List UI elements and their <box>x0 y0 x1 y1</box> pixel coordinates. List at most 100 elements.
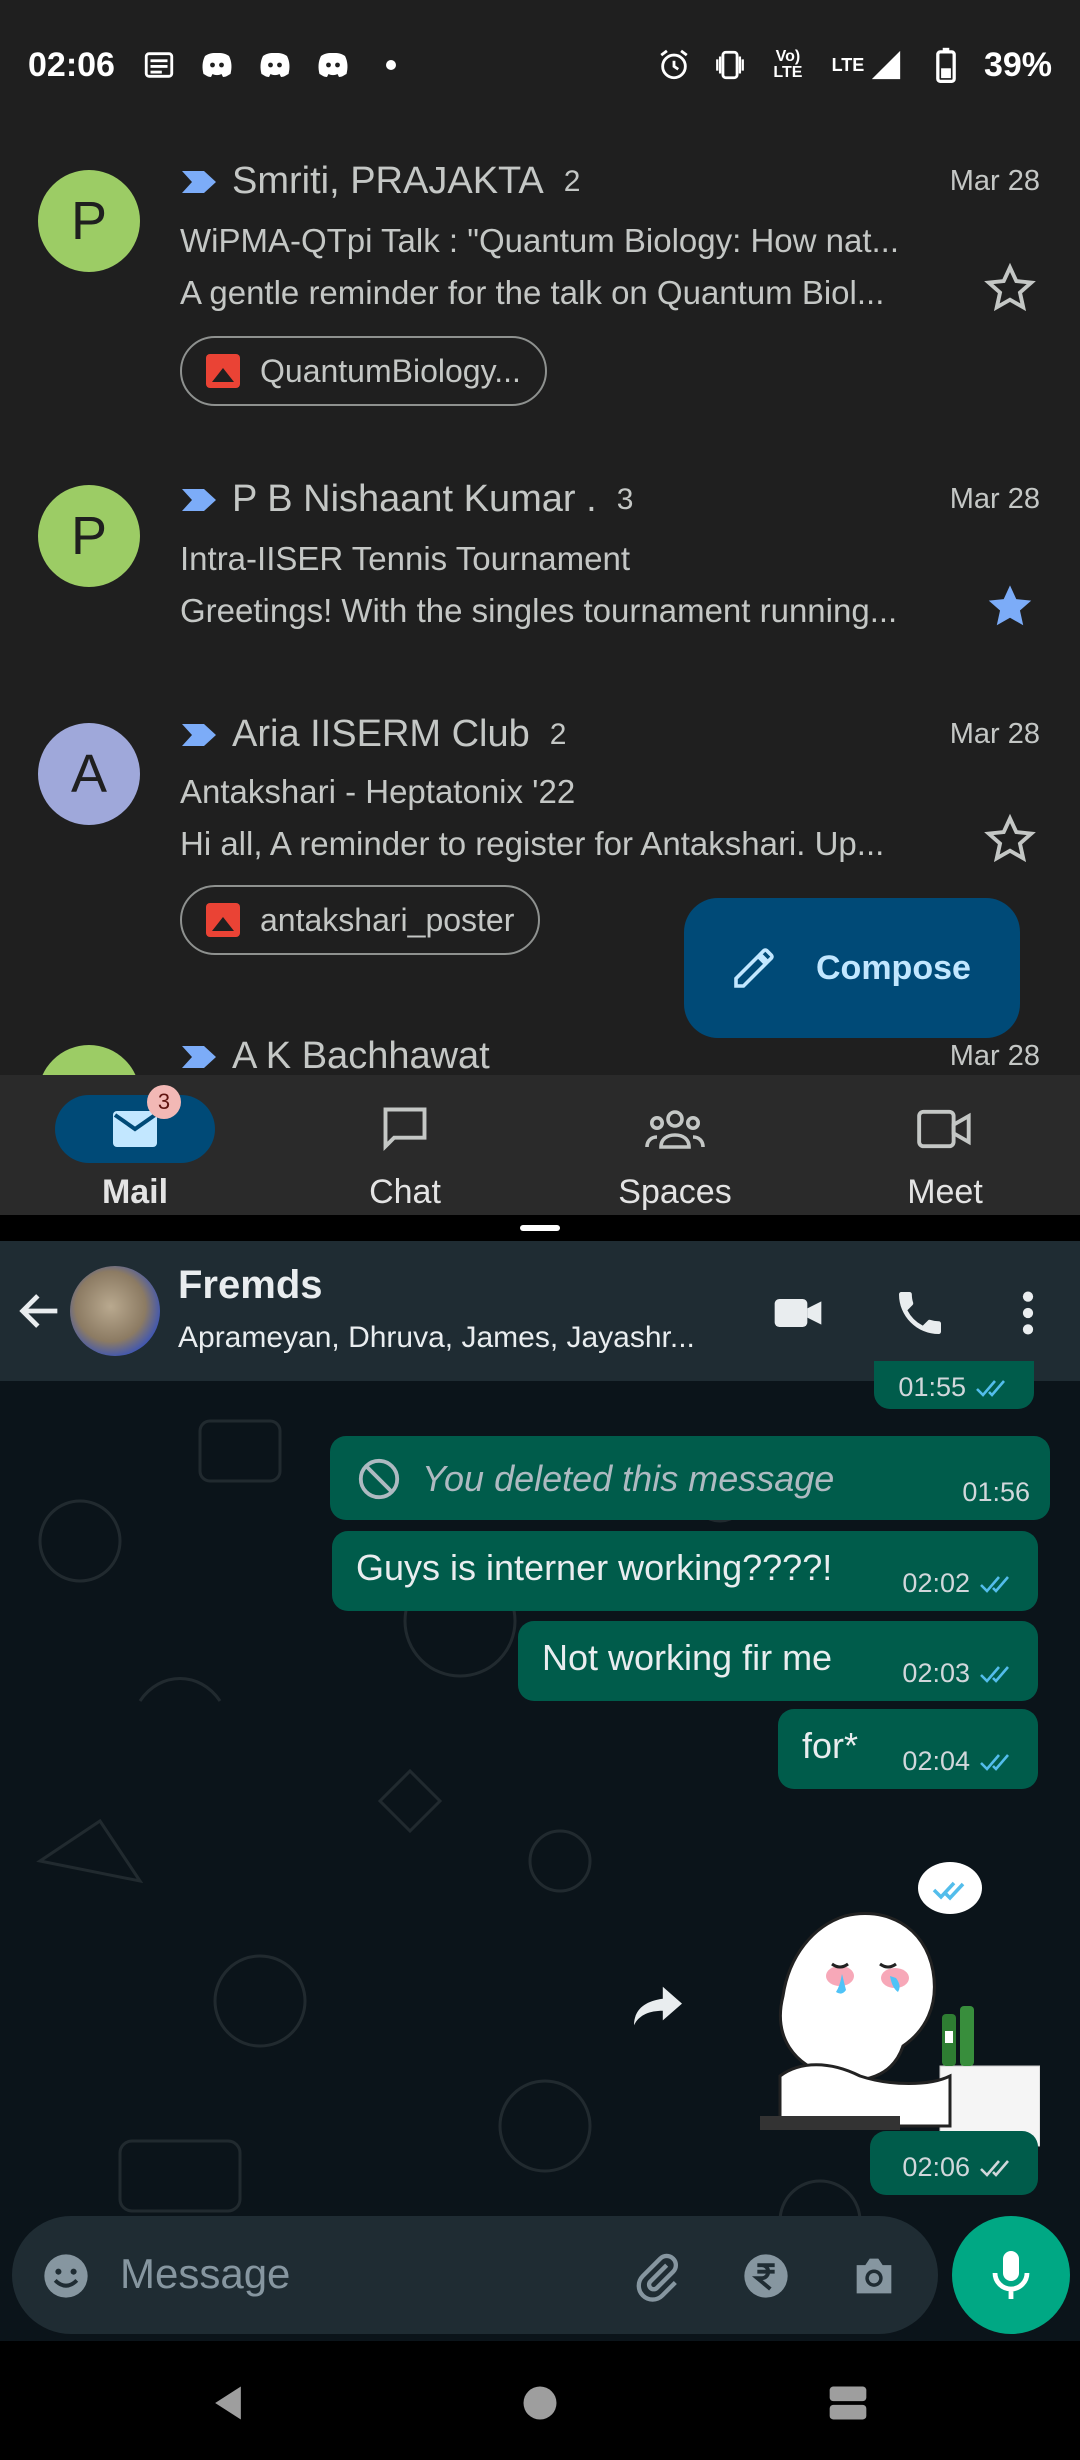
video-call-icon[interactable] <box>770 1285 826 1341</box>
home-circle-icon[interactable] <box>518 2381 562 2425</box>
status-time: 02:06 <box>28 45 115 84</box>
email-thread[interactable]: P P B Nishaant Kumar . 3 Mar 28 Intra-II… <box>0 450 1080 650</box>
deleted-block-icon <box>358 1458 400 1500</box>
message-text: Guys is interner working????! <box>356 1547 833 1588</box>
recents-icon[interactable] <box>826 2381 870 2425</box>
divider-handle[interactable] <box>520 1225 560 1231</box>
message-text: Not working fir me <box>542 1637 833 1678</box>
read-receipt-icon <box>980 1575 1009 1593</box>
image-file-icon <box>206 354 240 388</box>
message-time: 02:03 <box>902 1658 970 1688</box>
discord-notification-icon <box>257 47 293 83</box>
compose-label: Compose <box>816 948 971 987</box>
star-outline-icon[interactable] <box>984 262 1036 314</box>
more-options-icon[interactable] <box>1000 1285 1056 1341</box>
outgoing-message-bubble[interactable]: Not working fir me 02:03 <box>518 1621 1038 1701</box>
news-notification-icon <box>141 47 177 83</box>
group-members[interactable]: Aprameyan, Dhruva, James, Jayashr... <box>178 1321 738 1355</box>
message-text: You deleted this message <box>422 1458 835 1499</box>
message-text: for* <box>802 1725 859 1766</box>
system-navigation-bar <box>0 2341 1080 2460</box>
group-name[interactable]: Fremds <box>178 1263 323 1308</box>
message-time: 01:55 <box>898 1372 966 1402</box>
message-bubble-partial[interactable]: 01:55 <box>874 1361 1034 1409</box>
meet-video-icon <box>917 1109 971 1149</box>
chat-header[interactable]: Fremds Aprameyan, Dhruva, James, Jayashr… <box>0 1241 1080 1381</box>
alarm-icon <box>656 47 692 83</box>
vibrate-icon <box>712 47 748 83</box>
forward-arrow-icon <box>634 1986 682 2026</box>
voice-call-icon[interactable] <box>892 1285 948 1341</box>
star-outline-icon[interactable] <box>984 813 1036 865</box>
battery-icon <box>928 47 964 83</box>
microphone-icon <box>992 2251 1030 2299</box>
thread-date: Mar 28 <box>949 165 1040 197</box>
email-thread[interactable]: A K Bachhawat Mar 28 <box>0 1035 1080 1075</box>
nav-spaces[interactable]: Spaces <box>540 1075 810 1215</box>
nav-spaces-label: Spaces <box>618 1173 732 1211</box>
crying-sticker[interactable] <box>720 1856 1040 2176</box>
important-marker-icon <box>182 488 216 511</box>
attachment-chip[interactable]: antakshari_poster <box>180 885 541 955</box>
message-input-bar[interactable]: Message <box>12 2216 938 2334</box>
unread-badge: 3 <box>147 1085 181 1119</box>
thread-subject: WiPMA-QTpi Talk : "Quantum Biology: How … <box>180 222 900 259</box>
nav-mail[interactable]: 3 Mail <box>0 1075 270 1215</box>
email-thread[interactable]: P Smriti, PRAJAKTA 2 Mar 28 WiPMA-QTpi T… <box>0 130 1080 430</box>
compose-button[interactable]: Compose <box>684 898 1020 1038</box>
sender-avatar[interactable]: P <box>38 485 140 587</box>
status-bar: 02:06 Vo) LTE LTE 39% <box>0 0 1080 130</box>
important-marker-icon <box>182 723 216 746</box>
read-receipt-icon <box>980 1665 1009 1683</box>
back-triangle-icon[interactable] <box>206 2381 250 2425</box>
attachment-name: antakshari_poster <box>260 901 515 938</box>
attach-paperclip-icon[interactable] <box>632 2250 684 2302</box>
pencil-icon <box>734 948 774 988</box>
message-time: 02:02 <box>902 1568 970 1598</box>
gmail-bottom-nav: 3 Mail Chat Spaces Meet <box>0 1075 1080 1215</box>
forward-button[interactable] <box>620 1968 696 2044</box>
sender-name: A K Bachhawat <box>232 1035 490 1075</box>
gmail-inbox-list: P Smriti, PRAJAKTA 2 Mar 28 WiPMA-QTpi T… <box>0 130 1080 1075</box>
message-time: 02:06 <box>902 2152 970 2182</box>
nav-meet[interactable]: Meet <box>810 1075 1080 1215</box>
sticker-speech-bubble <box>918 1862 982 1914</box>
message-time: 02:04 <box>902 1746 970 1776</box>
discord-notification-icon <box>315 47 351 83</box>
thread-subject: Intra-IISER Tennis Tournament <box>180 540 631 577</box>
attachment-chip[interactable]: QuantumBiology... <box>180 336 547 406</box>
chat-icon <box>383 1107 427 1152</box>
message-input[interactable]: Message <box>120 2250 290 2298</box>
more-notifications-dot-icon <box>373 47 409 83</box>
spaces-people-icon <box>645 1110 705 1149</box>
sender-avatar[interactable]: A <box>38 723 140 825</box>
group-avatar[interactable] <box>70 1266 160 1356</box>
voice-record-button[interactable] <box>952 2216 1070 2334</box>
thread-date: Mar 28 <box>949 1040 1040 1072</box>
emoji-icon[interactable] <box>40 2250 92 2302</box>
outgoing-message-bubble[interactable]: for* 02:04 <box>778 1709 1038 1789</box>
discord-notification-icon <box>199 47 235 83</box>
thread-count: 2 <box>549 717 567 751</box>
camera-icon[interactable] <box>848 2250 900 2302</box>
back-arrow-icon[interactable] <box>14 1285 66 1337</box>
delivered-receipt-icon <box>980 2159 1009 2177</box>
sender-name: Aria IISERM Club <box>232 713 530 755</box>
sender-avatar[interactable] <box>38 1045 140 1075</box>
nav-mail-label: Mail <box>101 1173 169 1211</box>
whatsapp-chat: Fremds Aprameyan, Dhruva, James, Jayashr… <box>0 1241 1080 2341</box>
important-marker-icon <box>182 1045 216 1068</box>
message-time: 01:56 <box>962 1477 1030 1507</box>
nav-chat[interactable]: Chat <box>270 1075 540 1215</box>
rupee-payment-icon[interactable] <box>740 2250 792 2302</box>
split-screen-divider[interactable] <box>0 1215 1080 1241</box>
star-filled-icon[interactable] <box>984 580 1036 632</box>
sender-avatar[interactable]: P <box>38 170 140 272</box>
read-receipt-icon <box>976 1379 1005 1397</box>
outgoing-message-bubble[interactable]: Guys is interner working????! 02:02 <box>332 1531 1038 1611</box>
thread-snippet: Greetings! With the singles tournament r… <box>180 592 898 629</box>
lte-signal-icon: LTE <box>828 47 908 83</box>
deleted-message-bubble[interactable]: You deleted this message 01:56 <box>330 1436 1050 1520</box>
sender-name: P B Nishaant Kumar . <box>232 478 597 520</box>
sticker-time-bubble[interactable]: 02:06 <box>870 2131 1038 2195</box>
